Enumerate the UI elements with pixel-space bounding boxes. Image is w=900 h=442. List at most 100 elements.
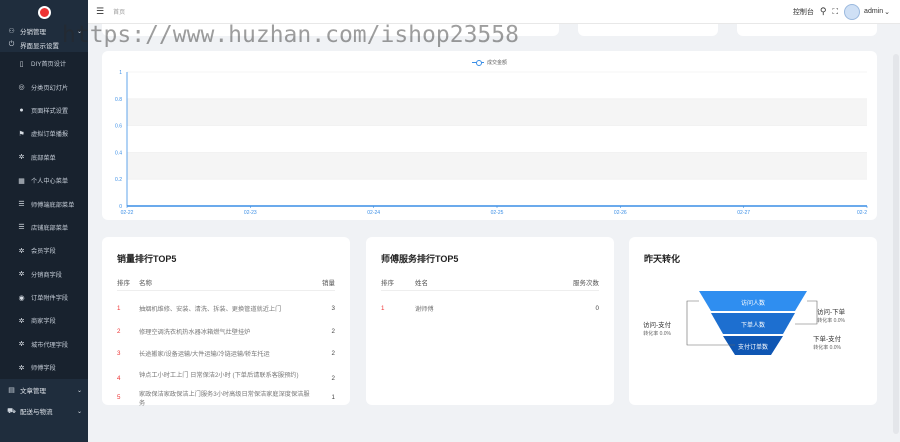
- menu-group-distribution[interactable]: ⚇ 分销管理 ⌄: [0, 24, 88, 38]
- gear-icon: ✲: [18, 341, 25, 349]
- truck-icon: ⛟: [7, 407, 16, 415]
- table-header: 排序 名称 销量: [117, 277, 335, 291]
- row-rank: 1: [117, 305, 121, 312]
- menu-group-label: 配送与物流: [20, 409, 53, 417]
- y-tick-label: 0.6: [115, 124, 122, 130]
- sales-chart-card: 成交金额 0 0.2 0.4 0.6 0.8 1 02-22 02-23 02-24 02-25 0…: [102, 51, 877, 220]
- search-icon[interactable]: ⚲: [820, 6, 827, 17]
- rate-order-pay: 下单-支付 转化率 0.0%: [813, 333, 841, 351]
- line-chart: 00.20.40.60.8102-22 02-23 02-24 02-25 02-26 0…: [115, 70, 868, 216]
- sidebar: ⚇ 分销管理 ⌄ ⏻ 界面显示设置 ▯ DIY首页设计 ◎ 分类页幻灯片 ● 页面样式设置…: [0, 0, 88, 442]
- rate-label: 访问-下单: [817, 309, 846, 316]
- header-actions: 控制台 ⚲ ⛶ admin ⌄: [787, 3, 890, 20]
- rate-label: 下单-支付: [813, 336, 842, 343]
- sidebar-item[interactable]: ● 页面样式设置: [0, 99, 88, 122]
- sidebar-item[interactable]: ✲ 商家字段: [0, 309, 88, 332]
- fullscreen-icon[interactable]: ⛶: [832, 7, 838, 17]
- x-tick-label: 02-23: [244, 210, 257, 216]
- y-tick-label: 0.8: [115, 97, 122, 103]
- menu-group-delivery[interactable]: ⛟ 配送与物流 ⌄: [0, 401, 88, 421]
- sidebar-item[interactable]: ◎ 分类页幻灯片: [0, 75, 88, 98]
- row-rank: 4: [117, 375, 121, 382]
- sidebar-item-label: 师傅端底部菜单: [31, 201, 75, 209]
- users-icon: ⚇: [8, 28, 15, 35]
- menu-group-label: 分销管理: [20, 29, 46, 36]
- menu-group-article[interactable]: ▤ 文章管理 ⌄: [0, 379, 88, 401]
- x-tick-label: 02-24: [367, 210, 380, 216]
- row-rank: 3: [117, 350, 121, 357]
- logo[interactable]: [0, 0, 88, 24]
- sidebar-item-label: 订单附件字段: [31, 295, 69, 303]
- user-name[interactable]: admin: [864, 8, 883, 15]
- row-rank: 5: [117, 394, 121, 401]
- y-tick-label: 0.2: [115, 177, 122, 183]
- sidebar-item-label: DIY首页设计: [31, 61, 67, 69]
- x-tick-label: 02-27: [737, 210, 750, 216]
- user-icon: ●: [19, 106, 24, 114]
- menu-group-display[interactable]: ⏻ 界面显示设置: [0, 38, 88, 52]
- sidebar-item[interactable]: ▦ 个人中心菜单: [0, 169, 88, 192]
- chevron-down-icon: ⌄: [76, 408, 82, 415]
- row-name: 家政保洁家政保洁上门服务3小时高级日常保洁家庭深度保洁服务: [139, 391, 310, 407]
- row-qty: 2: [331, 328, 335, 335]
- flag-icon: ⚑: [18, 130, 25, 138]
- summary-card: [102, 24, 559, 36]
- card-title: 销量排行TOP5: [117, 254, 177, 264]
- submenu-display: ▯ DIY首页设计 ◎ 分类页幻灯片 ● 页面样式设置 ⚑ 虚拟订单播报 ✲ 底部菜单 ▦ 个人中心菜…: [0, 52, 88, 380]
- sidebar-item[interactable]: ◉ 订单附件字段: [0, 286, 88, 309]
- sidebar-item[interactable]: ▯ DIY首页设计: [0, 52, 88, 75]
- sidebar-item[interactable]: ☰ 店铺底部菜单: [0, 216, 88, 239]
- sidebar-item-label: 底部菜单: [31, 154, 56, 162]
- sidebar-item[interactable]: ☰ 师傅端底部菜单: [0, 192, 88, 215]
- col-qty: 销量: [322, 280, 335, 287]
- row-name: 长途搬家/设备运输/大件运输/冷链运输/轿车托运: [139, 351, 270, 358]
- sliders-icon: ☰: [18, 201, 25, 209]
- sidebar-item-label: 商家字段: [31, 318, 56, 326]
- logo-avatar: [37, 5, 51, 19]
- funnel-label-pay: 支付订单数: [737, 345, 768, 351]
- power-icon: ⏻: [8, 41, 15, 48]
- avatar[interactable]: [844, 3, 861, 20]
- gear-icon: ✲: [18, 364, 25, 372]
- grid-band: [127, 152, 867, 180]
- sidebar-item[interactable]: ✲ 师傅字段: [0, 356, 88, 379]
- menu-group-label: 界面显示设置: [20, 43, 59, 50]
- chevron-down-icon[interactable]: ⌄: [884, 8, 890, 16]
- row-rank: 2: [117, 328, 121, 335]
- sidebar-item[interactable]: ✲ 城市代理字段: [0, 333, 88, 356]
- rate-value: 转化率 0.0%: [643, 331, 671, 337]
- col-rank: 排序: [381, 280, 394, 287]
- console-link[interactable]: 控制台: [793, 7, 814, 17]
- sidebar-item[interactable]: ⚑ 虚拟订单播报: [0, 122, 88, 145]
- sliders-icon: ☰: [18, 224, 25, 232]
- sidebar-item[interactable]: ✲ 分销商字段: [0, 263, 88, 286]
- scrollbar[interactable]: [893, 54, 899, 434]
- grid-band: [127, 98, 867, 126]
- x-tick-label: 02-22: [121, 210, 134, 216]
- sidebar-item-label: 城市代理字段: [31, 341, 69, 349]
- main-content: 成交金额 0 0.2 0.4 0.6 0.8 1 02-22 02-23 02-24 02-25 0…: [88, 24, 900, 442]
- summary-card: [578, 24, 718, 36]
- gear-icon: ✲: [18, 154, 25, 162]
- row-qty: 2: [331, 350, 335, 357]
- row-qty: 2: [331, 375, 335, 382]
- sidebar-item[interactable]: ✲ 会员字段: [0, 239, 88, 262]
- row-name: 抽烟机维修、安装、清洗、拆装、更换管道就近上门: [139, 306, 282, 313]
- conversion-card: 昨天转化 访问人数 下单人数 支付订单数 访问-支付 转化率 0.0% 访问-下…: [629, 237, 877, 405]
- table-header: 排序 姓名 服务次数: [381, 277, 599, 291]
- sidebar-item-label: 分类页幻灯片: [31, 84, 69, 92]
- menu-toggle-icon[interactable]: ☰: [96, 6, 104, 17]
- sidebar-item-label: 虚拟订单播报: [31, 131, 69, 139]
- top-header: ☰ 首页 控制台 ⚲ ⛶ admin ⌄: [88, 0, 900, 24]
- mobile-icon: ▯: [19, 60, 24, 68]
- breadcrumb[interactable]: 首页: [113, 7, 125, 16]
- col-name: 姓名: [415, 280, 428, 287]
- col-count: 服务次数: [573, 280, 599, 287]
- gear-icon: ✲: [18, 271, 25, 279]
- sales-ranking-card: 销量排行TOP5 排序 名称 销量 1 抽烟机维修、安装、清洗、拆装、更换管道就近…: [102, 237, 350, 407]
- sidebar-item[interactable]: ✲ 底部菜单: [0, 146, 88, 169]
- row-name: 谢师傅: [415, 306, 434, 313]
- rate-label: 访问-支付: [643, 322, 672, 329]
- funnel-label-visit: 访问人数: [740, 301, 765, 307]
- row-name: 修理空调洗衣机热水器冰箱燃气灶壁挂炉: [139, 329, 251, 336]
